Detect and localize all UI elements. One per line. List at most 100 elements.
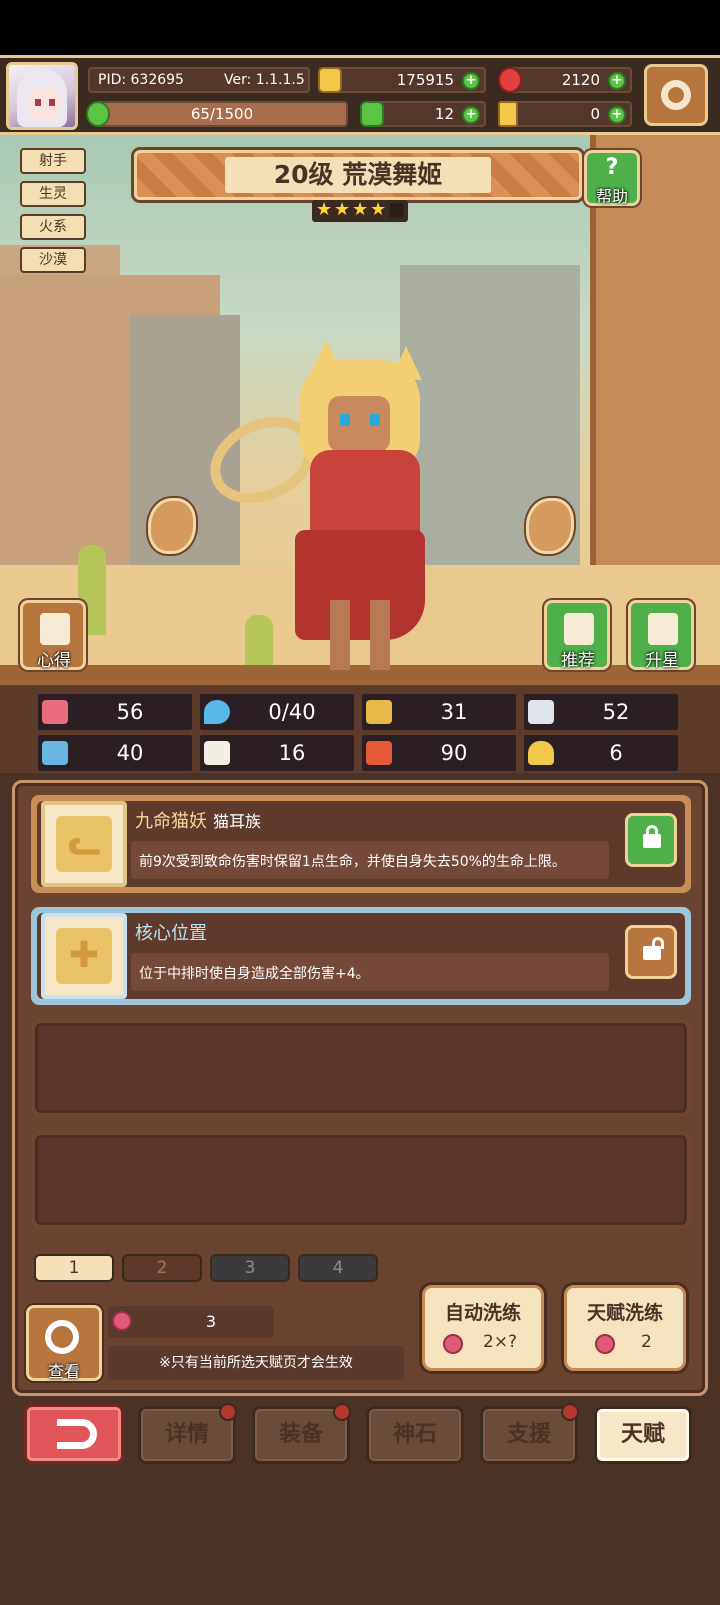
book-icon (204, 741, 230, 765)
add-clover-button[interactable]: + (462, 106, 480, 124)
star-filled-icon: ★ (316, 199, 333, 220)
star-up-button[interactable]: 升星 (628, 600, 694, 671)
stat-health: 56 (38, 694, 192, 730)
talent-name-text: 九命猫妖 (135, 811, 207, 832)
stat-value: 6 (609, 741, 623, 765)
back-button[interactable] (24, 1404, 124, 1464)
nav-god-stone-button[interactable]: 神石 (366, 1406, 464, 1464)
star-filled-icon: ★ (370, 199, 387, 220)
stamina-value: 65/1500 (190, 105, 254, 123)
star-up-icon (648, 613, 678, 645)
star-empty-icon: ■ (388, 199, 406, 220)
nav-talent-button[interactable]: 天赋 (594, 1406, 692, 1464)
reroll-currency: 3 (108, 1306, 274, 1338)
talent-page-tab-3[interactable]: 3 (210, 1254, 290, 1282)
nav-details-button[interactable]: 详情 (138, 1403, 237, 1464)
stat-value: 0/40 (268, 700, 316, 724)
empty-talent-slot[interactable] (31, 1019, 691, 1117)
stat-mana: 0/40 (200, 694, 354, 730)
peach-icon (595, 1334, 615, 1354)
view-button[interactable]: 查看 (26, 1305, 102, 1381)
tag-region[interactable]: 沙漠 (20, 247, 86, 273)
auto-reroll-cost: 2×? (483, 1332, 518, 1352)
nav-support-button[interactable]: 支援 (480, 1403, 579, 1464)
tag-class[interactable]: 射手 (20, 148, 86, 174)
stamina-bar: 65/1500 (86, 101, 348, 127)
talent-page-tab-4[interactable]: 4 (298, 1254, 378, 1282)
stat-luck: 6 (524, 735, 678, 771)
tag-element[interactable]: 火系 (20, 214, 86, 240)
talent-page-tab-1[interactable]: 1 (34, 1254, 114, 1282)
water-drop-icon (204, 700, 230, 724)
talent-icon-frame: ✚ (41, 913, 127, 999)
talent-name: 九命猫妖 猫耳族 (135, 807, 261, 833)
hero-face (328, 396, 390, 452)
star-rating: ★ ★ ★ ★ ■ (312, 200, 408, 222)
player-avatar[interactable] (6, 62, 78, 130)
nav-equipment-button[interactable]: 装备 (252, 1403, 351, 1464)
tag-race[interactable]: 生灵 (20, 181, 86, 207)
talent-reroll-label: 天赋洗练 (586, 1302, 663, 1324)
lock-toggle-button[interactable] (625, 925, 677, 979)
talent-card[interactable]: ✚ 核心位置 位于中排时使自身造成全部伤害+4。 (31, 907, 691, 1005)
talent-race-tag: 猫耳族 (213, 812, 262, 831)
auto-reroll-button[interactable]: 自动洗练 2×? (422, 1285, 544, 1371)
talent-icon-frame: ᓚ (41, 801, 127, 887)
cross-icon: ✚ (56, 928, 112, 984)
add-key-button[interactable]: + (608, 106, 626, 124)
star-filled-icon: ★ (352, 199, 369, 220)
key-counter: 0 + (498, 101, 632, 127)
stat-speed: 52 (524, 694, 678, 730)
help-button[interactable]: ? 帮助 (584, 150, 640, 206)
hero-title-banner: 20级 荒漠舞姬 (134, 150, 582, 200)
hero-skirt (295, 530, 425, 640)
horseshoe-icon (528, 741, 554, 765)
key-value: 0 (590, 105, 600, 123)
stat-value: 31 (440, 700, 468, 724)
shield-icon (366, 700, 392, 724)
empty-talent-slot[interactable] (31, 1131, 691, 1229)
question-icon: ? (605, 155, 619, 180)
notification-dot (219, 1403, 237, 1421)
pid-version-box: PID: 632695 Ver: 1.1.1.5 (88, 67, 310, 93)
gem-value: 2120 (561, 71, 600, 89)
hero-leg (370, 600, 390, 670)
top-resource-bar: PID: 632695 Ver: 1.1.1.5 175915 + 2120 +… (0, 55, 720, 135)
add-gold-button[interactable]: + (462, 72, 480, 90)
talent-description: 前9次受到致命伤害时保留1点生命，并使自身失去50%的生命上限。 (139, 854, 566, 870)
stat-value: 52 (602, 700, 630, 724)
stat-defense: 31 (362, 694, 516, 730)
notes-button[interactable]: 心得 (20, 600, 86, 671)
lock-toggle-button[interactable] (625, 813, 677, 867)
hero-sprite (196, 340, 480, 680)
previous-hero-button[interactable] (148, 498, 196, 554)
notification-dot (333, 1403, 351, 1421)
gold-value: 175915 (396, 71, 454, 89)
cat-face-icon: ᓚ (56, 816, 112, 872)
lock-icon-body (643, 834, 661, 848)
talent-page-tab-2[interactable]: 2 (122, 1254, 202, 1282)
stat-value: 40 (116, 741, 144, 765)
talent-reroll-cost: 2 (641, 1332, 652, 1352)
view-label: 查看 (47, 1362, 80, 1381)
settings-button[interactable] (644, 64, 708, 126)
peach-icon (112, 1311, 132, 1331)
recommend-label: 推荐 (561, 651, 595, 671)
fist-icon (42, 741, 68, 765)
card-icon (366, 741, 392, 765)
next-hero-button[interactable] (526, 498, 574, 554)
talent-reroll-button[interactable]: 天赋洗练 2 (564, 1285, 686, 1371)
nav-god-stone-label: 神石 (392, 1422, 437, 1447)
clover-counter: 12 + (360, 101, 486, 127)
add-gem-button[interactable]: + (608, 72, 626, 90)
talent-name-text: 核心位置 (135, 923, 207, 944)
reroll-currency-value: 3 (205, 1312, 217, 1331)
talent-card[interactable]: ᓚ 九命猫妖 猫耳族 前9次受到致命伤害时保留1点生命，并使自身失去50%的生命上… (31, 795, 691, 893)
recommend-button[interactable]: 推荐 (544, 600, 610, 671)
stat-card: 90 (362, 735, 516, 771)
peach-icon (443, 1334, 463, 1354)
clover-value: 12 (434, 105, 454, 123)
thumbs-up-icon (564, 613, 594, 645)
gold-counter: 175915 + (318, 67, 486, 93)
return-arrow-icon (57, 1419, 97, 1449)
